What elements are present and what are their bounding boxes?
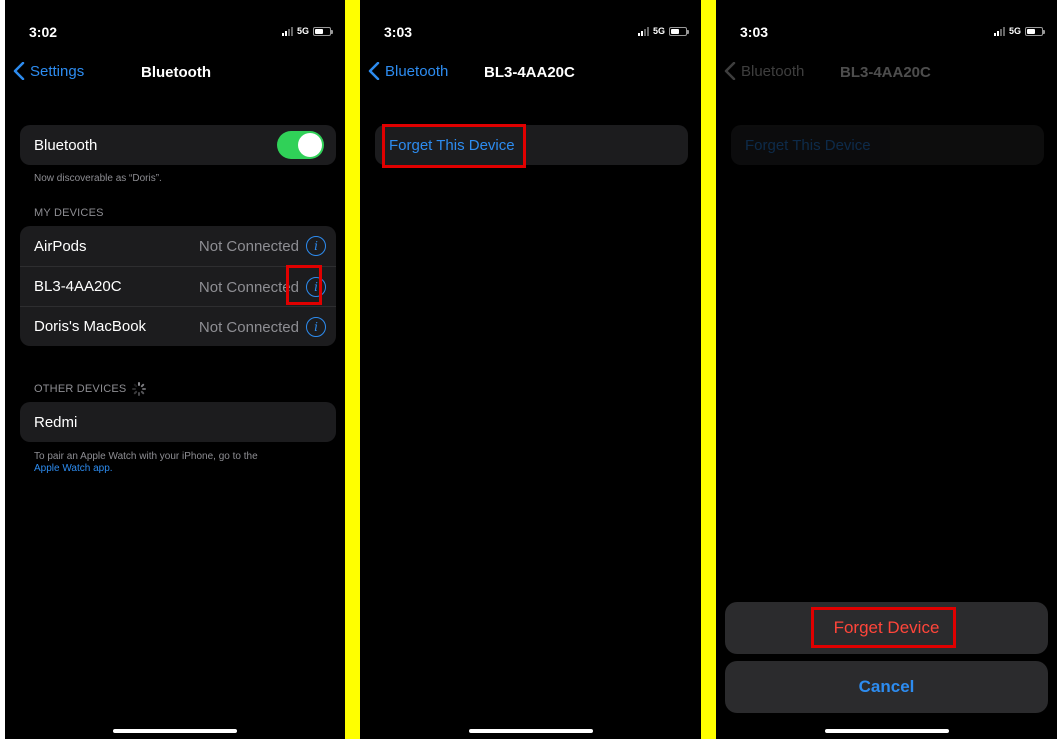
status-indicators: 5G — [281, 26, 333, 36]
status-indicators: 5G — [993, 26, 1045, 36]
discoverable-text: Now discoverable as “Doris”. — [34, 173, 162, 184]
bluetooth-label: Bluetooth — [34, 136, 98, 154]
cancel-label: Cancel — [858, 677, 915, 696]
network-label: 5G — [652, 26, 665, 36]
battery-icon — [669, 26, 689, 36]
navigation-bar: Settings Bluetooth — [5, 62, 345, 86]
navigation-bar: Bluetooth BL3-4AA20C — [716, 62, 1057, 86]
device-status: Not Connected — [198, 318, 299, 336]
status-time: 3:03 — [384, 24, 413, 40]
navigation-bar: Bluetooth BL3-4AA20C — [360, 62, 701, 86]
info-icon[interactable]: i — [306, 317, 326, 337]
back-label: Bluetooth — [385, 62, 449, 80]
page-title: BL3-4AA20C — [840, 64, 931, 81]
spinner-icon — [132, 382, 147, 396]
highlight-forget-button — [382, 124, 526, 168]
signal-icon — [993, 26, 1005, 36]
chevron-left-icon — [13, 62, 25, 80]
cancel-button[interactable]: Cancel — [725, 661, 1048, 713]
device-status: Not Connected — [198, 278, 299, 296]
signal-icon — [281, 26, 293, 36]
network-label: 5G — [1008, 26, 1021, 36]
highlight-forget-action — [811, 607, 956, 648]
info-icon[interactable]: i — [306, 236, 326, 256]
device-row-airpods[interactable]: AirPods Not Connected i — [20, 226, 336, 266]
signal-icon — [637, 26, 649, 36]
page-title: Bluetooth — [141, 64, 211, 81]
bluetooth-switch[interactable] — [277, 131, 324, 159]
status-time: 3:02 — [29, 24, 58, 40]
battery-icon — [1025, 26, 1045, 36]
device-name: Redmi — [34, 413, 78, 431]
separator-bar — [701, 0, 716, 739]
highlight-info-button — [286, 265, 322, 305]
separator-bar — [345, 0, 360, 739]
device-row-redmi[interactable]: Redmi — [20, 402, 336, 442]
device-status: Not Connected — [198, 237, 299, 255]
chevron-left-icon — [368, 62, 380, 80]
back-label: Settings — [30, 62, 85, 80]
forget-device-group: Forget This Device — [731, 125, 1044, 165]
home-indicator — [113, 729, 237, 733]
device-detail-screen: 3:03 5G Bluetooth BL3-4AA20C Forget This… — [360, 0, 701, 739]
bluetooth-settings-screen: 3:02 5G Settings Bluetooth Bluetooth Now… — [5, 0, 345, 739]
apple-watch-link[interactable]: Apple Watch app. — [34, 463, 113, 474]
battery-icon — [313, 26, 333, 36]
device-name: BL3-4AA20C — [34, 278, 122, 295]
forget-device-row[interactable]: Forget This Device — [731, 125, 1044, 165]
forget-device-label: Forget This Device — [745, 136, 871, 154]
chevron-left-icon — [724, 62, 736, 80]
device-name: AirPods — [34, 237, 87, 255]
back-button[interactable]: Bluetooth — [368, 62, 448, 80]
device-name: Doris's MacBook — [34, 318, 147, 335]
back-label: Bluetooth — [741, 62, 805, 80]
home-indicator — [468, 729, 593, 733]
watch-note-text: To pair an Apple Watch with your iPhone,… — [34, 451, 258, 462]
back-button[interactable]: Bluetooth — [724, 62, 804, 80]
home-indicator — [824, 729, 949, 733]
status-indicators: 5G — [637, 26, 689, 36]
other-devices-label: OTHER DEVICES — [34, 383, 127, 395]
my-devices-header: MY DEVICES — [34, 207, 104, 219]
watch-note: To pair an Apple Watch with your iPhone,… — [34, 451, 331, 475]
forget-confirmation-screen: 3:03 5G Bluetooth BL3-4AA20C Forget This… — [716, 0, 1057, 739]
device-row-macbook[interactable]: Doris's MacBook Not Connected i — [20, 306, 336, 346]
network-label: 5G — [296, 26, 309, 36]
status-time: 3:03 — [740, 24, 769, 40]
bluetooth-toggle-row: Bluetooth — [20, 125, 336, 165]
other-devices-list: Redmi — [20, 402, 336, 442]
back-button[interactable]: Settings — [13, 62, 84, 80]
other-devices-header: OTHER DEVICES — [34, 382, 147, 396]
page-title: BL3-4AA20C — [484, 64, 575, 81]
bluetooth-toggle-group: Bluetooth — [20, 125, 336, 165]
